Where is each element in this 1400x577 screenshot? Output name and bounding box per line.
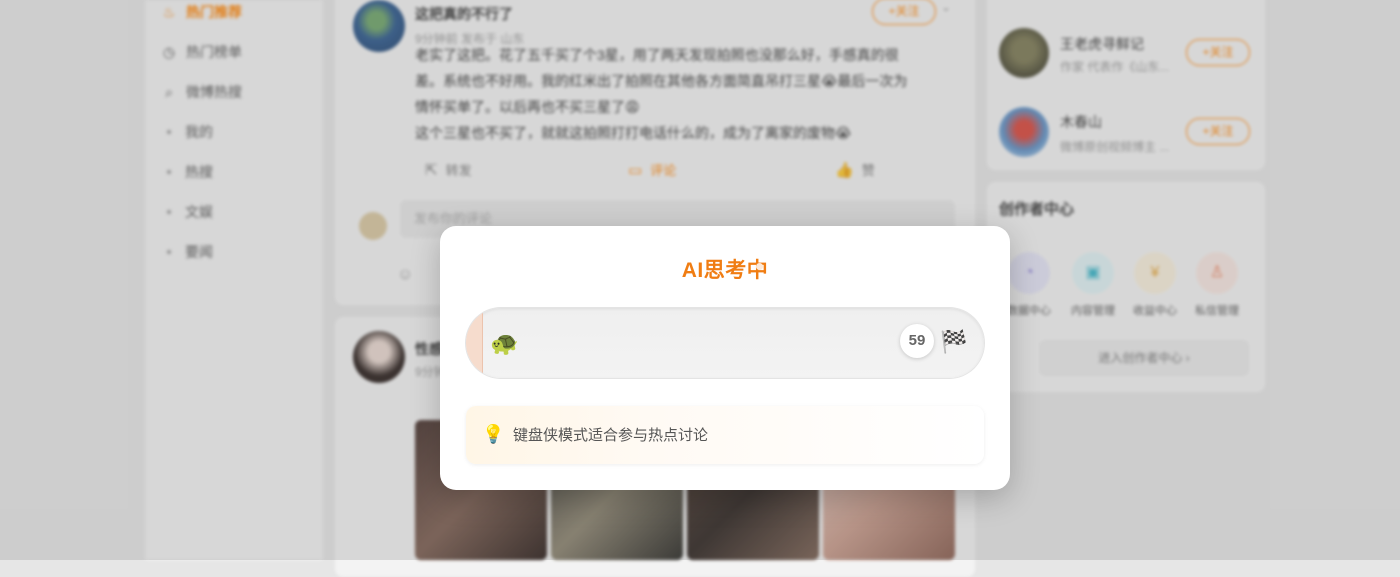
lightbulb-icon: 💡: [482, 424, 505, 444]
finish-flag-icon: 🏁: [940, 329, 968, 354]
progress-track: 🐢 59 🏁: [466, 308, 984, 378]
countdown-badge: 59: [900, 324, 934, 358]
dialog-title: AI思考中: [681, 259, 769, 282]
tip-text: 键盘侠模式适合参与热点讨论: [513, 427, 709, 444]
ai-thinking-dialog: AI思考中 🐢 59 🏁 💡 键盘侠模式适合参与热点讨论: [440, 226, 1010, 490]
progress-fill: [466, 308, 483, 378]
loading-dot-icon: [756, 263, 763, 270]
turtle-icon: 🐢: [490, 330, 519, 356]
tip-box: 💡 键盘侠模式适合参与热点讨论: [466, 406, 984, 464]
